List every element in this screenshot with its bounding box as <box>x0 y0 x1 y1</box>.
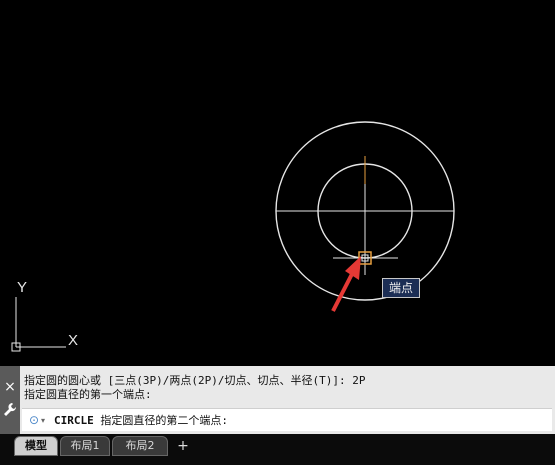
command-icon: ⊙ <box>28 413 40 427</box>
history-line-1: 指定圆的圆心或 [三点(3P)/两点(2P)/切点、切点、半径(T)]: 2P <box>24 374 366 387</box>
tab-model[interactable]: 模型 <box>14 436 58 456</box>
command-history: 指定圆的圆心或 [三点(3P)/两点(2P)/切点、切点、半径(T)]: 2P 指… <box>24 374 552 402</box>
ucs-icon: Y X <box>11 279 78 352</box>
close-icon[interactable]: × <box>2 378 18 396</box>
layout-tabs: 模型 布局1 布局2 + <box>0 434 555 465</box>
command-prompt[interactable]: CIRCLE 指定圆直径的第二个端点: <box>54 412 228 428</box>
tab-layout1[interactable]: 布局1 <box>60 436 110 456</box>
command-line-sidebar: × <box>0 366 20 434</box>
ucs-y-label: Y <box>17 279 27 296</box>
command-name: CIRCLE <box>54 414 94 427</box>
command-input[interactable]: ⊙ ▾ CIRCLE 指定圆直径的第二个端点: <box>22 408 552 431</box>
command-prompt-text: 指定圆直径的第二个端点: <box>93 414 228 427</box>
history-line-2: 指定圆直径的第一个端点: <box>24 388 152 401</box>
recent-commands-dropdown[interactable]: ⊙ ▾ <box>24 411 50 429</box>
chevron-down-icon: ▾ <box>41 415 46 425</box>
tab-layout2[interactable]: 布局2 <box>112 436 168 456</box>
red-arrow-icon <box>331 256 361 312</box>
osnap-tooltip: 端点 <box>382 278 420 298</box>
ucs-x-label: X <box>68 332 78 349</box>
wrench-icon[interactable] <box>2 402 18 420</box>
add-layout-button[interactable]: + <box>174 437 192 455</box>
command-line-panel: × 指定圆的圆心或 [三点(3P)/两点(2P)/切点、切点、半径(T)]: 2… <box>0 366 555 434</box>
